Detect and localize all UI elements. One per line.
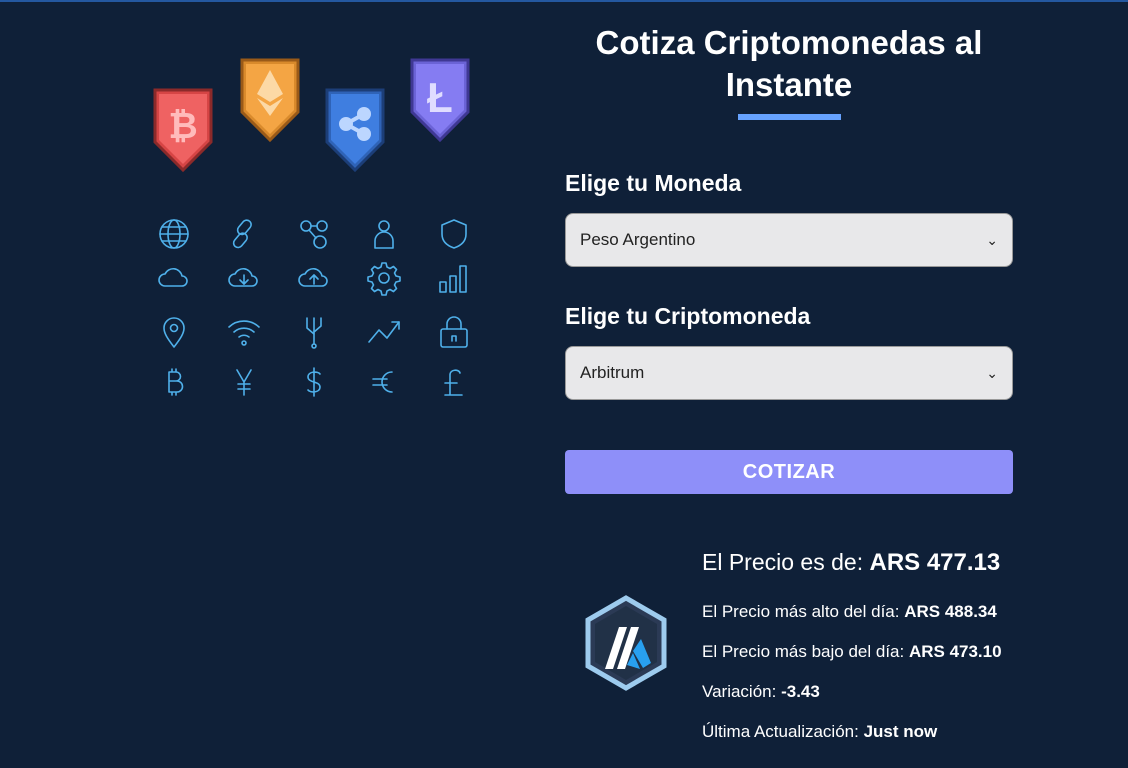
price-value: ARS 477.13 (869, 549, 1001, 576)
change-label: Variación: (702, 682, 777, 701)
yen-symbol-icon (236, 369, 252, 396)
cotizar-button[interactable]: COTIZAR (565, 450, 1013, 494)
bitcoin-badge-icon: ₿ (153, 88, 213, 173)
chain-link-icon (232, 219, 252, 249)
lock-icon (440, 316, 468, 348)
crypto-select-value: Arbitrum (580, 363, 645, 382)
litecoin-badge-icon: Ł (410, 58, 470, 143)
svg-text:Ł: Ł (427, 74, 453, 121)
updated-label: Última Actualización: (702, 722, 859, 741)
updated-value: Just now (863, 722, 938, 741)
shield-icon (441, 219, 467, 249)
high-label: El Precio más alto del día: (702, 602, 900, 621)
ripple-badge-icon (325, 88, 385, 173)
svg-text:₿: ₿ (168, 105, 197, 146)
cloud-upload-icon (298, 268, 328, 287)
ethereum-badge-icon (240, 58, 300, 143)
chevron-down-icon: ⌄ (986, 364, 998, 381)
cloud-download-icon (228, 268, 258, 287)
pound-symbol-icon (444, 369, 463, 396)
network-nodes-icon (300, 220, 328, 249)
high-price-row: El Precio más alto del día: ARS 488.34 (702, 602, 997, 622)
currency-select-value: Peso Argentino (580, 230, 696, 249)
user-icon (374, 220, 394, 249)
crypto-select[interactable]: Arbitrum ⌄ (565, 346, 1013, 400)
updated-row: Última Actualización: Just now (702, 722, 937, 742)
trend-up-icon (368, 321, 400, 343)
gear-icon (367, 262, 401, 296)
euro-symbol-icon (372, 371, 393, 393)
quote-form-panel: Cotiza Criptomonedas al Instante Elige t… (565, 0, 1013, 494)
illustration-panel: ₿ Ł (0, 0, 500, 768)
change-row: Variación: -3.43 (702, 682, 820, 702)
low-value: ARS 473.10 (908, 642, 1002, 661)
cloud-icon (158, 268, 188, 287)
title-underline (737, 114, 841, 120)
crypto-label: Elige tu Criptomoneda (565, 303, 811, 329)
high-value: ARS 488.34 (904, 602, 997, 621)
change-value: -3.43 (781, 682, 820, 701)
arbitrum-logo-icon (585, 595, 667, 691)
bitcoin-symbol-icon (168, 368, 184, 396)
result-panel: El Precio es de: ARS 477.13 El Precio má… (565, 540, 1025, 760)
wifi-icon (228, 320, 260, 346)
low-price-row: El Precio más bajo del día: ARS 473.10 (702, 642, 1002, 662)
page-title: Cotiza Criptomonedas al Instante (595, 24, 983, 103)
currency-select[interactable]: Peso Argentino ⌄ (565, 213, 1013, 267)
location-pin-icon (163, 317, 185, 348)
currency-label: Elige tu Moneda (565, 170, 742, 196)
chevron-down-icon: ⌄ (986, 231, 998, 248)
price-main: El Precio es de: ARS 477.13 (702, 549, 1000, 577)
circuit-icon (306, 317, 322, 349)
globe-icon (159, 219, 189, 249)
low-label: El Precio más bajo del día: (702, 642, 905, 661)
bar-chart-icon (439, 265, 467, 293)
crypto-badges: ₿ Ł (153, 58, 470, 173)
price-label: El Precio es de: (702, 549, 864, 575)
dollar-symbol-icon (307, 367, 321, 397)
